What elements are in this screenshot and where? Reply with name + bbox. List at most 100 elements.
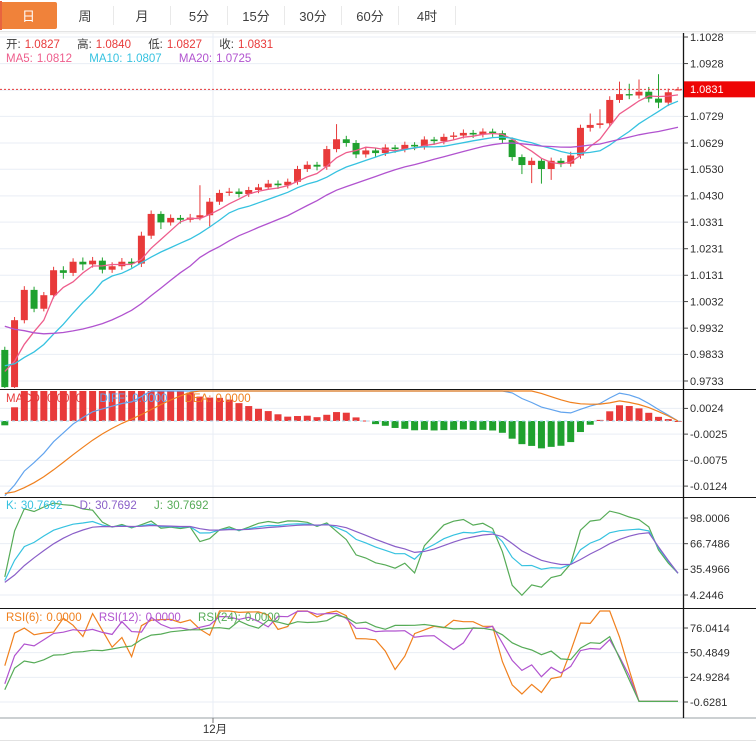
- candle-body: [391, 147, 399, 150]
- chart-canvas[interactable]: 1.1028 1.0928 1.0729 1.0629 1.0530 1.0430 1.03…: [0, 0, 756, 748]
- rsi-panel: [4, 610, 678, 703]
- axis-tick-label: 1.0729: [690, 111, 724, 123]
- candle-body: [313, 164, 321, 167]
- ma10-value: 1.0807: [126, 53, 162, 65]
- candle-body: [69, 261, 77, 273]
- rsi12-value: 0.0000: [145, 612, 181, 624]
- axis-tick-label: 1.0032: [690, 296, 724, 308]
- axis-tick-label: -0.0025: [690, 429, 727, 441]
- ma20-label: MA20:: [178, 53, 213, 65]
- candle-body: [274, 183, 282, 186]
- candle-body: [225, 191, 233, 193]
- tab-30分[interactable]: 30分: [285, 6, 342, 25]
- candle-body: [635, 91, 643, 96]
- candle-body: [235, 191, 243, 194]
- axis-tick-label: 0.9932: [690, 323, 724, 335]
- tab-60分[interactable]: 60分: [342, 6, 399, 25]
- d-line: [4, 524, 679, 583]
- candle-body: [20, 289, 28, 321]
- candle-body: [157, 213, 165, 223]
- rsi-header: RSI(6): 0.0000 RSI(12): 0.0000 RSI(24): 0.0…: [6, 612, 284, 624]
- axis-labels: 1.1028 1.0928 1.0729 1.0629 1.0530 1.0430 1.03…: [683, 32, 730, 709]
- k-line: [4, 520, 679, 581]
- candle-body: [606, 99, 614, 124]
- candle-body: [664, 92, 672, 103]
- candle-body: [342, 139, 350, 143]
- candle-body: [450, 135, 458, 137]
- axis-tick-label: 0.9733: [690, 376, 724, 388]
- diff-value: 0.0000: [132, 393, 168, 405]
- candle-body: [518, 157, 526, 166]
- candle-body: [655, 98, 663, 103]
- rsi6-value: 0.0000: [46, 612, 82, 624]
- rsi24-label: RSI(24):: [198, 612, 241, 624]
- ma5-value: 1.0812: [36, 53, 73, 65]
- axis-tick-label: 35.4966: [690, 564, 730, 576]
- candle-body: [333, 139, 341, 150]
- candle-body: [576, 127, 584, 156]
- candle-body: [352, 142, 360, 155]
- candle-body: [89, 260, 97, 265]
- tab-周[interactable]: 周: [57, 6, 114, 25]
- axis-tick-label: 0.9833: [690, 349, 724, 361]
- dea-value: 0.0000: [215, 393, 251, 405]
- axis-tick-label: 24.9284: [690, 672, 730, 684]
- tab-日[interactable]: 日: [0, 2, 57, 29]
- axis-tick-label: 76.0414: [690, 623, 730, 635]
- candlestick-series: [1, 74, 682, 388]
- tab-4时[interactable]: 4时: [399, 6, 456, 25]
- axis-tick-label: 1.0629: [690, 138, 724, 150]
- rsi6-label: RSI(6):: [6, 612, 43, 624]
- axis-tick-label: 1.0430: [690, 191, 724, 203]
- axis-tick-label: 1.0131: [690, 270, 724, 282]
- axis-tick-label: 1.0530: [690, 164, 724, 176]
- kdj-header: K: 30.7692 D: 30.7692 J: 30.7692: [6, 500, 212, 512]
- candle-body: [362, 150, 370, 155]
- candle-body: [147, 213, 155, 236]
- candle-body: [596, 123, 604, 125]
- candle-body: [469, 132, 477, 135]
- macd-value: 0.0000: [47, 393, 83, 405]
- ma20-value: 1.0725: [216, 53, 252, 65]
- axis-tick-label: -0.0075: [690, 455, 727, 467]
- k-value: 30.7692: [20, 500, 63, 512]
- low-label: 低:: [148, 39, 163, 51]
- tab-月[interactable]: 月: [114, 6, 171, 25]
- candle-body: [411, 144, 419, 147]
- ma5-label: MA5:: [6, 53, 33, 65]
- macd-header: MACD: 0.0000 DIFF: 0.0000 DEA: 0.0000: [6, 393, 255, 405]
- high-value: 1.0840: [95, 39, 131, 51]
- ma10-label: MA10:: [89, 53, 123, 65]
- axis-tick-label: 0.0024: [690, 403, 724, 415]
- macd-panel: [0, 390, 683, 497]
- kdj-panel: [4, 502, 679, 597]
- candle-body: [176, 217, 184, 220]
- rsi12-line: [4, 610, 678, 703]
- close-label: 收:: [219, 39, 234, 51]
- d-label: D:: [79, 500, 92, 512]
- axis-tick-label: 50.4849: [690, 647, 730, 659]
- candle-body: [108, 266, 116, 270]
- axis-tick-label: -0.0124: [690, 481, 727, 493]
- diff-label: DIFF:: [99, 393, 129, 405]
- panel-borders: [0, 33, 756, 741]
- axis-tick-label: 1.1028: [690, 32, 724, 44]
- ma-header: MA5: 1.0812 MA10: 1.0807 MA20: 1.0725: [6, 53, 255, 65]
- axis-tick-label: 1.0928: [690, 58, 724, 70]
- candle-body: [459, 132, 467, 136]
- tab-15分[interactable]: 15分: [228, 6, 285, 25]
- current-price-value: 1.0831: [690, 84, 724, 96]
- d-value: 30.7692: [95, 500, 137, 512]
- candle-body: [528, 160, 536, 166]
- high-label: 高:: [77, 39, 92, 51]
- x-axis-month-label: 12月: [202, 724, 228, 736]
- low-value: 1.0827: [166, 39, 203, 51]
- dea-label: DEA:: [184, 393, 212, 405]
- candle-body: [215, 192, 223, 202]
- candle-body: [79, 261, 87, 265]
- candle-body: [440, 136, 448, 142]
- candle-body: [615, 94, 623, 100]
- candle-body: [586, 124, 594, 128]
- candle-body: [167, 217, 175, 223]
- tab-5分[interactable]: 5分: [171, 6, 228, 25]
